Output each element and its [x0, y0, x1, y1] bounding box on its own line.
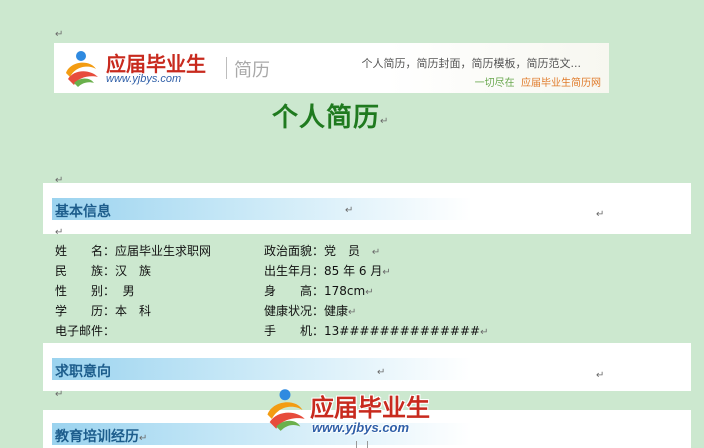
document-title: 个人简历↵ — [272, 97, 389, 134]
label-name: 姓 名： — [55, 244, 116, 258]
paragraph-mark: ↵ — [596, 209, 605, 220]
info-row-height: 身 高：178cm↵ — [264, 285, 374, 298]
value-phone: 13############## — [324, 324, 481, 338]
site-banner: 应届毕业生 www.yjbys.com 简历 个人简历，简历封面，简历模板，简历… — [54, 43, 609, 93]
label-degree: 学 历： — [55, 304, 116, 318]
banner-logo-url: www.yjbys.com — [106, 73, 182, 85]
watermark-logo-text: 应届毕业生 — [310, 394, 430, 422]
document-title-text: 个人简历 — [272, 103, 381, 133]
banner-tagline-prefix: 一切尽在 — [474, 78, 515, 89]
brand-swirl-icon — [66, 51, 98, 87]
banner-divider — [226, 57, 227, 79]
paragraph-mark: ↵ — [371, 247, 381, 258]
value-name: 应届毕业生求职网 — [115, 244, 212, 258]
label-phone: 手 机： — [264, 324, 325, 338]
info-row-health: 健康状况：健康↵ — [264, 305, 356, 318]
label-height: 身 高： — [264, 284, 325, 298]
banner-section-word: 简历 — [234, 60, 270, 81]
watermark-swirl-icon — [267, 389, 305, 431]
info-row-gender: 性 别： 男 — [55, 285, 135, 297]
paragraph-mark: ↵ — [377, 367, 386, 378]
info-row-email: 电子邮件： — [55, 325, 115, 337]
label-gender: 性 别： — [55, 284, 116, 298]
paragraph-mark: ↵ — [345, 205, 354, 216]
value-politics: 党 员 — [324, 244, 361, 258]
info-row-ethnic: 民 族：汉 族 — [55, 265, 151, 277]
paragraph-mark: ↵ — [382, 267, 391, 278]
banner-slogan: 个人简历，简历封面，简历模板，简历范文... — [361, 57, 582, 70]
paragraph-mark: ↵ — [55, 389, 64, 400]
section-header-basic-info: 基本信息 — [52, 198, 472, 220]
value-gender: 男 — [122, 284, 135, 298]
label-birth: 出生年月： — [264, 264, 325, 278]
scroll-grip[interactable] — [356, 441, 368, 448]
value-health: 健康 — [324, 304, 349, 318]
info-row-phone: 手 机：13##############↵ — [264, 325, 488, 338]
value-birth: 85 年 6 月 — [324, 264, 383, 278]
label-politics: 政治面貌： — [264, 244, 325, 258]
paragraph-mark: ↵ — [480, 327, 489, 338]
section-title-education-text: 教育培训经历 — [55, 429, 139, 445]
section-band-basic-info: 基本信息 ↵ ↵ — [43, 183, 691, 234]
value-degree: 本 科 — [115, 304, 152, 318]
banner-tagline-site: 应届毕业生简历网 — [521, 78, 601, 89]
info-row-degree: 学 历：本 科 — [55, 305, 151, 317]
paragraph-mark: ↵ — [348, 307, 357, 318]
paragraph-mark: ↵ — [380, 116, 390, 127]
label-email: 电子邮件： — [55, 324, 116, 338]
banner-tagline: 一切尽在 应届毕业生简历网 — [475, 74, 601, 89]
section-title-education: 教育培训经历↵ — [55, 426, 147, 446]
label-health: 健康状况： — [264, 304, 325, 318]
document-page: ↵ 应届毕业生 www.yjbys.com 简历 个人简历，简历封面，简历模板，… — [0, 0, 704, 448]
label-ethnic: 民 族： — [55, 264, 116, 278]
watermark-logo: 应届毕业生 www.yjbys.com — [262, 384, 452, 444]
section-header-job-intention: 求职意向 — [52, 358, 472, 380]
paragraph-mark: ↵ — [55, 29, 64, 40]
info-row-birth: 出生年月：85 年 6 月↵ — [264, 265, 391, 278]
info-row-name: 姓 名：应届毕业生求职网 — [55, 245, 211, 257]
section-title-job-intention: 求职意向 — [55, 364, 111, 380]
paragraph-mark: ↵ — [139, 433, 148, 444]
value-ethnic: 汉 族 — [115, 264, 152, 278]
paragraph-mark: ↵ — [55, 227, 64, 238]
info-row-politics: 政治面貌：党 员 ↵ — [264, 244, 380, 258]
watermark-logo-url: www.yjbys.com — [312, 420, 410, 435]
paragraph-mark: ↵ — [596, 370, 605, 381]
paragraph-mark: ↵ — [365, 287, 374, 298]
value-height: 178cm — [324, 284, 366, 298]
section-title-basic-info: 基本信息 — [55, 204, 111, 220]
